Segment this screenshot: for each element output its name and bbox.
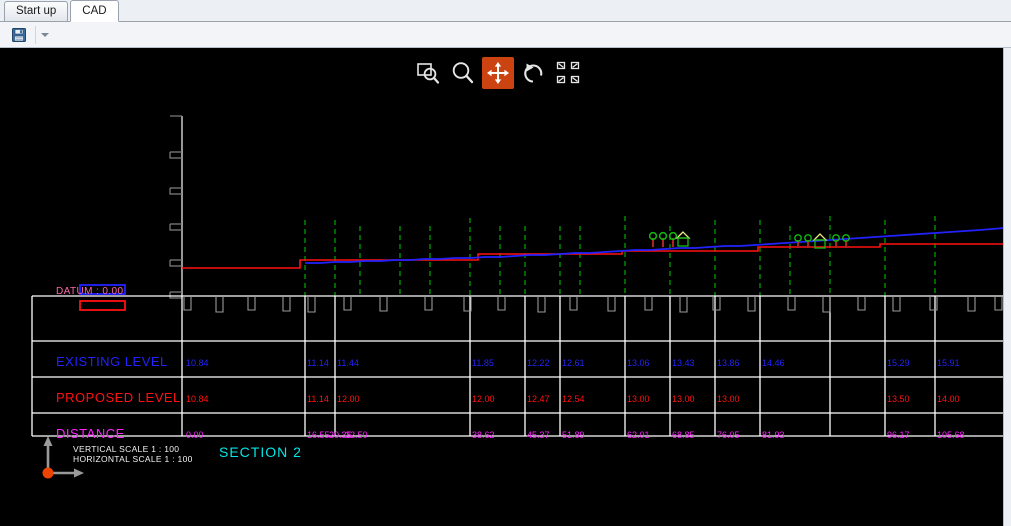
table-cell-proposed: 13.00 [627, 394, 650, 404]
existing-level-row-label: EXISTING LEVEL [56, 354, 168, 369]
table-cell-proposed: 12.00 [337, 394, 360, 404]
table-cell-distance: 62.01 [627, 430, 650, 440]
table-cell-distance: 16.55 [307, 430, 330, 440]
table-cell-distance: 51.89 [562, 430, 585, 440]
table-cell-proposed: 11.14 [307, 394, 329, 404]
tree-symbol [648, 231, 658, 247]
table-cell-distance: 105.68 [937, 430, 965, 440]
table-cell-proposed: 13.00 [717, 394, 740, 404]
tab-strip: Start up CAD [0, 0, 1011, 22]
table-cell-existing: 12.22 [527, 358, 550, 368]
table-cell-distance: 0.00 [186, 430, 204, 440]
floppy-disk-icon [11, 27, 27, 43]
table-cell-distance: 76.05 [717, 430, 740, 440]
table-cell-proposed: 10.84 [186, 394, 209, 404]
table-cell-proposed: 14.00 [937, 394, 960, 404]
table-cell-distance: 81.93 [762, 430, 785, 440]
canvas-right-border [1003, 48, 1011, 526]
cad-drawing-canvas[interactable]: DATUM : 0.00 EXISTING LEVEL PROPOSED LEV… [0, 48, 1004, 526]
table-cell-distance: 45.37 [527, 430, 550, 440]
table-cell-distance: 96.17 [887, 430, 910, 440]
table-cell-existing: 11.85 [472, 358, 494, 368]
chainage-tick-brackets [183, 296, 1003, 313]
chainage-markers [304, 216, 936, 296]
table-cell-existing: 10.84 [186, 358, 209, 368]
table-cell-proposed: 13.00 [672, 394, 695, 404]
house-symbol [675, 231, 691, 247]
horizontal-scale-label: HORIZONTAL SCALE 1 : 100 [73, 454, 193, 464]
toolbar-separator [35, 25, 36, 44]
table-cell-distance: 22.50 [345, 430, 368, 440]
table-cell-distance: 38.62 [472, 430, 495, 440]
table-cell-distance: 68.85 [672, 430, 695, 440]
section-title: SECTION 2 [219, 444, 302, 460]
proposed-level-row-label: PROPOSED LEVEL [56, 390, 181, 405]
table-cell-existing: 15.91 [937, 358, 960, 368]
table-cell-existing: 13.43 [672, 358, 695, 368]
save-dropdown-button[interactable] [38, 24, 52, 46]
table-cell-proposed: 12.00 [472, 394, 495, 404]
tree-symbol [668, 231, 678, 247]
table-cell-existing: 15.29 [887, 358, 910, 368]
tree-symbol [842, 234, 850, 248]
table-cell-existing: 14.46 [762, 358, 785, 368]
vertical-axis [169, 115, 183, 299]
main-toolbar [0, 22, 1011, 48]
datum-label: DATUM : 0.00 [56, 286, 124, 297]
tab-startup[interactable]: Start up [4, 1, 69, 21]
distance-row-label: DISTANCE [56, 426, 125, 441]
table-cell-existing: 11.14 [307, 358, 329, 368]
save-button[interactable] [5, 23, 33, 47]
chevron-down-icon [41, 32, 49, 37]
tree-symbol [658, 231, 668, 247]
table-cell-existing: 13.86 [717, 358, 740, 368]
table-cell-existing: 13.06 [627, 358, 650, 368]
tree-symbol [832, 234, 840, 248]
vertical-scale-label: VERTICAL SCALE 1 : 100 [73, 444, 180, 454]
tab-cad[interactable]: CAD [70, 0, 119, 22]
table-cell-existing: 12.61 [562, 358, 585, 368]
cad-application-window: Start up CAD DATUM: 0.00 EXISTING LEVEL… [0, 0, 1011, 526]
table-cell-proposed: 12.47 [527, 394, 550, 404]
table-cell-proposed: 12.54 [562, 394, 585, 404]
table-cell-proposed: 13.50 [887, 394, 910, 404]
data-table-grid [31, 295, 1004, 437]
table-cell-existing: 11.44 [337, 358, 359, 368]
proposed-level-swatch [79, 300, 126, 311]
